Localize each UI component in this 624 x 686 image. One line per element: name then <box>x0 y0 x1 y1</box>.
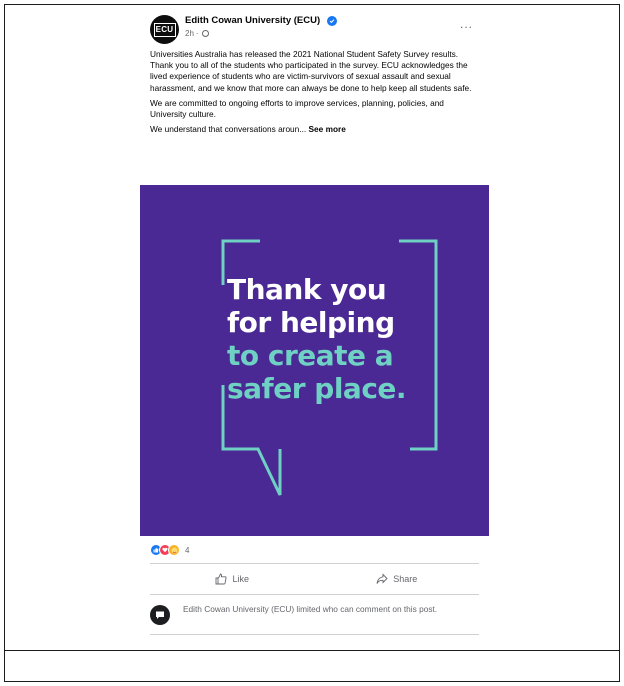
reactions-summary[interactable]: 4 <box>150 543 189 557</box>
frame-divider <box>4 650 620 651</box>
verified-badge-icon <box>327 16 337 26</box>
meta-separator: · <box>195 29 199 38</box>
share-icon <box>376 573 388 584</box>
more-options-icon[interactable]: ... <box>460 18 473 30</box>
reaction-count: 4 <box>185 545 190 555</box>
post-timestamp[interactable]: 2h <box>185 29 194 38</box>
like-label: Like <box>232 574 249 584</box>
comment-icon <box>150 605 170 625</box>
page-avatar[interactable]: ECU <box>150 15 179 44</box>
post-paragraph: We are committed to ongoing efforts to i… <box>150 97 444 120</box>
divider <box>150 594 479 595</box>
comment-restriction-notice: Edith Cowan University (ECU) limited who… <box>150 604 482 625</box>
thumbs-up-icon <box>216 573 228 585</box>
post-meta: 2h · <box>185 29 209 38</box>
headline-line: Thank you <box>227 273 387 306</box>
page-name-link[interactable]: Edith Cowan University (ECU) <box>185 15 320 26</box>
share-button[interactable]: Share <box>315 567 480 591</box>
like-button[interactable]: Like <box>150 567 315 591</box>
ecu-logo: ECU <box>153 22 176 37</box>
post-header: ECU Edith Cowan University (ECU) 2h · ..… <box>140 8 489 46</box>
truncated-text: We understand that conversations aroun..… <box>150 124 307 135</box>
share-label: Share <box>393 574 418 584</box>
care-icon <box>168 544 180 556</box>
headline-line: for helping <box>227 306 395 339</box>
headline-line: to create a <box>227 339 394 372</box>
image-headline: Thank you for helping to create a safer … <box>227 273 407 405</box>
divider <box>150 634 479 635</box>
comment-notice-text: Edith Cowan University (ECU) limited who… <box>183 604 438 614</box>
see-more-link[interactable]: See more <box>309 124 346 134</box>
post-paragraph-truncated: We understand that conversations aroun..… <box>150 124 482 135</box>
post-text: Universities Australia has released the … <box>150 49 482 139</box>
globe-icon <box>201 30 209 37</box>
facebook-post: ECU Edith Cowan University (ECU) 2h · ..… <box>140 8 489 640</box>
headline-line: safer place. <box>227 372 407 405</box>
divider <box>150 563 479 564</box>
post-image[interactable]: Thank you for helping to create a safer … <box>140 185 489 536</box>
post-actions: Like Share <box>150 567 479 591</box>
post-paragraph: Universities Australia has released the … <box>150 49 472 93</box>
